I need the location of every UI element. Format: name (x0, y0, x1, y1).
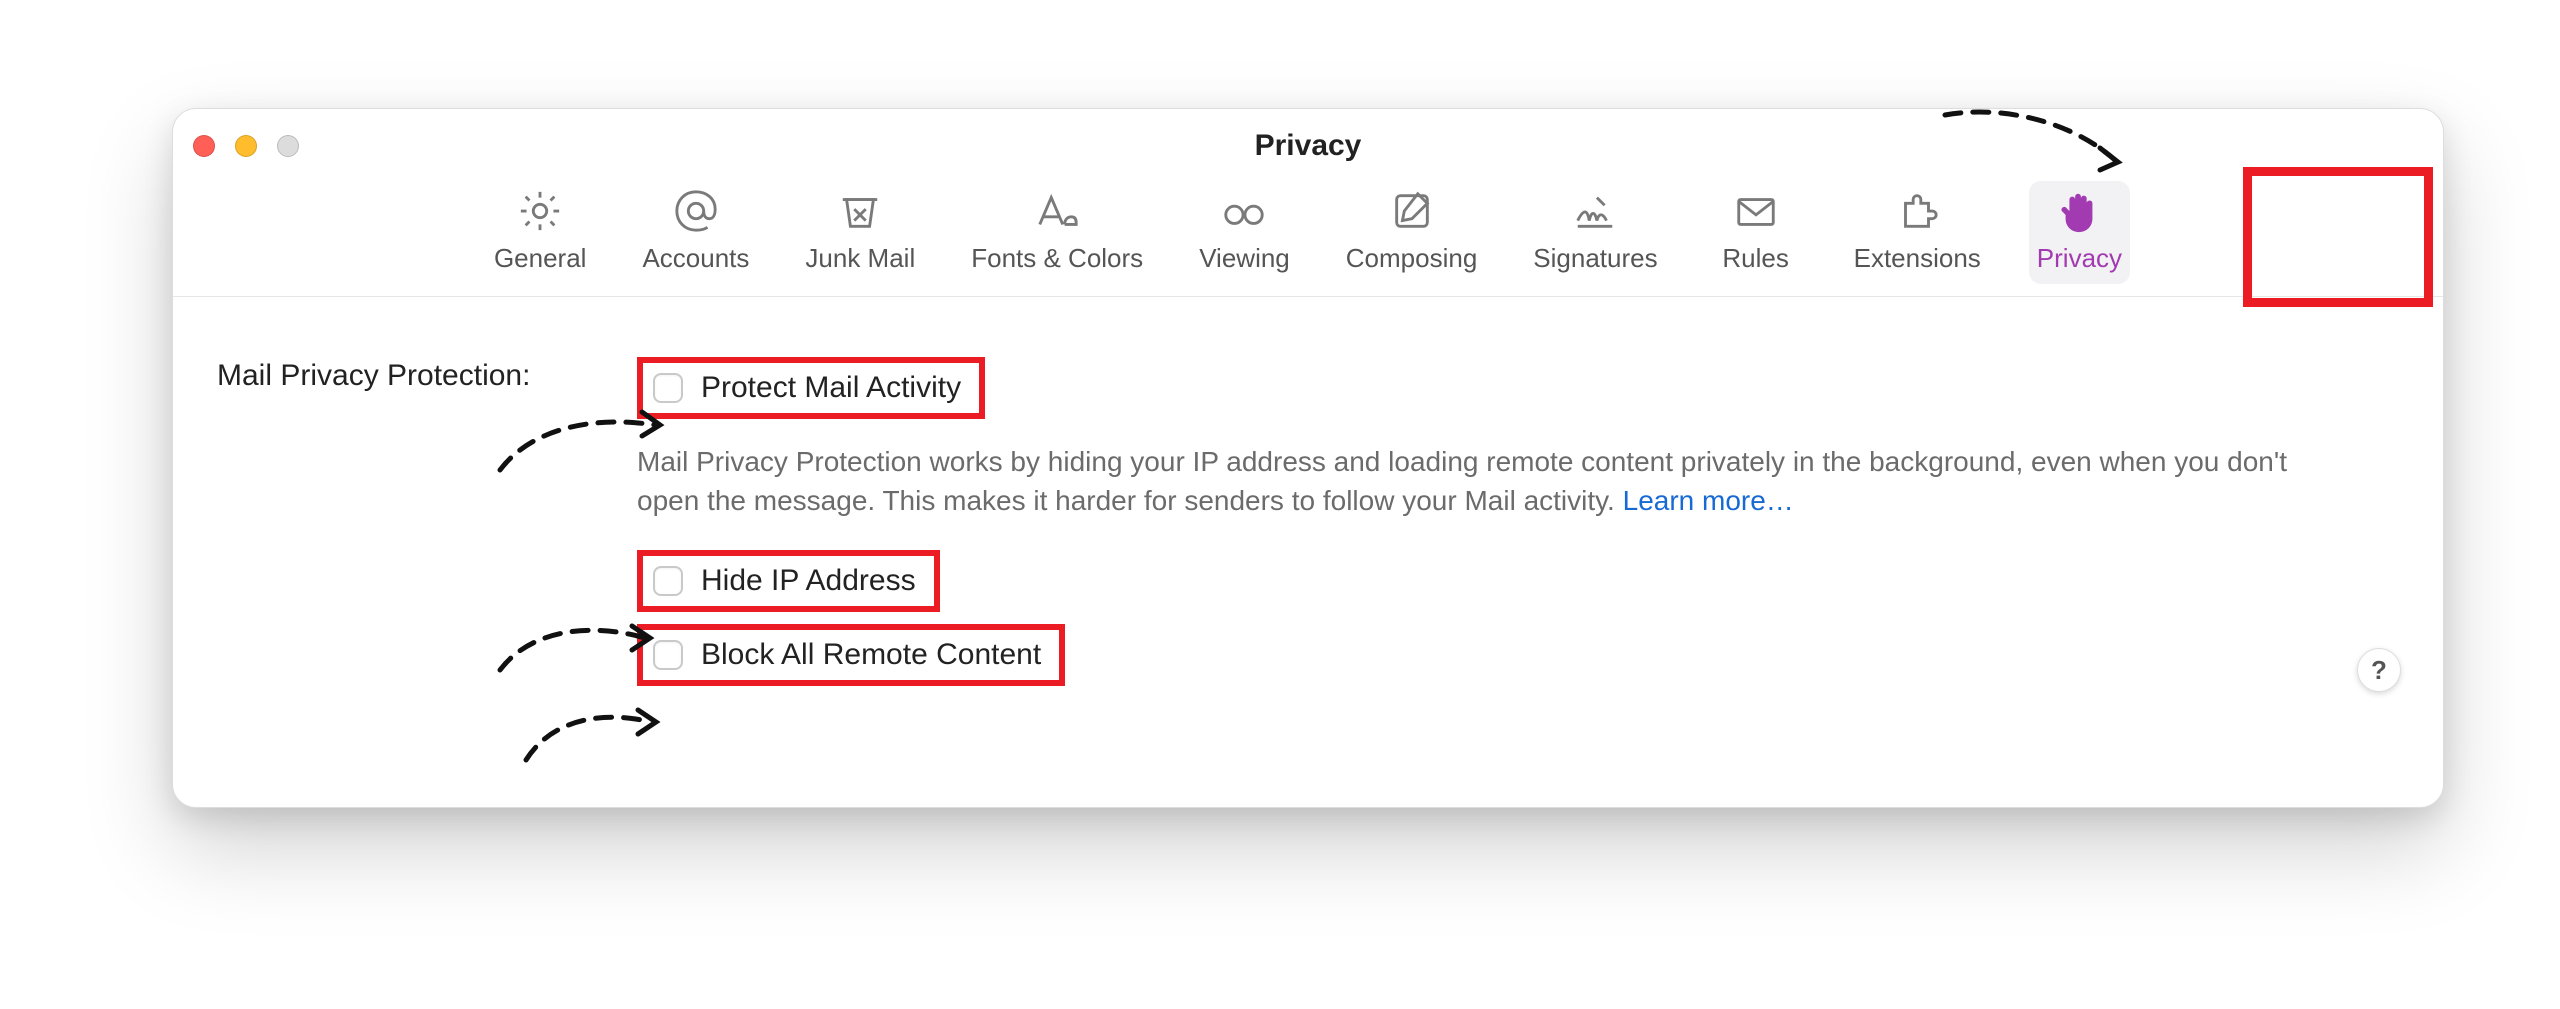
checkbox-block-remote[interactable] (653, 640, 683, 670)
at-icon (668, 187, 724, 235)
fonts-icon (1029, 187, 1085, 235)
tab-label: Rules (1722, 243, 1788, 274)
compose-icon (1384, 187, 1440, 235)
tab-rules[interactable]: Rules (1706, 181, 1806, 284)
tab-label: Accounts (642, 243, 749, 274)
prefs-toolbar: General Accounts Junk Mail (173, 173, 2443, 297)
tab-label: Fonts & Colors (971, 243, 1143, 274)
tab-privacy[interactable]: Privacy (2029, 181, 2130, 284)
tab-accounts[interactable]: Accounts (634, 181, 757, 284)
checkbox-hide-ip[interactable] (653, 566, 683, 596)
envelope-icon (1728, 187, 1784, 235)
annotation-highlight-protect: Protect Mail Activity (637, 357, 985, 419)
learn-more-link[interactable]: Learn more… (1623, 485, 1794, 516)
description-text: Mail Privacy Protection works by hiding … (637, 446, 2287, 516)
annotation-highlight-blockremote: Block All Remote Content (637, 624, 1065, 686)
tab-general[interactable]: General (486, 181, 595, 284)
section-label: Mail Privacy Protection: (217, 357, 637, 393)
glasses-icon (1216, 187, 1272, 235)
tab-label: Composing (1346, 243, 1478, 274)
preferences-window: Privacy General Accounts (172, 108, 2444, 808)
checkbox-label: Hide IP Address (701, 564, 916, 598)
tab-label: Viewing (1199, 243, 1290, 274)
tab-junk-mail[interactable]: Junk Mail (797, 181, 923, 284)
signature-icon (1567, 187, 1623, 235)
privacy-pane: Mail Privacy Protection: Protect Mail Ac… (173, 297, 2443, 728)
checkbox-protect-mail-activity[interactable] (653, 373, 683, 403)
tab-label: Privacy (2037, 243, 2122, 274)
gear-icon (512, 187, 568, 235)
tab-composing[interactable]: Composing (1338, 181, 1486, 284)
hand-icon (2051, 187, 2107, 235)
checkbox-label: Protect Mail Activity (701, 371, 961, 405)
window-title: Privacy (173, 129, 2443, 163)
tab-fonts-colors[interactable]: Fonts & Colors (963, 181, 1151, 284)
titlebar: Privacy (173, 109, 2443, 173)
puzzle-icon (1889, 187, 1945, 235)
tab-label: Junk Mail (805, 243, 915, 274)
trash-icon (832, 187, 888, 235)
tab-extensions[interactable]: Extensions (1846, 181, 1989, 284)
checkbox-label: Block All Remote Content (701, 638, 1041, 672)
tab-label: General (494, 243, 587, 274)
privacy-description: Mail Privacy Protection works by hiding … (637, 443, 2287, 520)
annotation-highlight-hideip: Hide IP Address (637, 550, 940, 612)
tab-label: Extensions (1854, 243, 1981, 274)
help-button[interactable]: ? (2357, 648, 2401, 692)
tab-viewing[interactable]: Viewing (1191, 181, 1298, 284)
tab-label: Signatures (1533, 243, 1657, 274)
tab-signatures[interactable]: Signatures (1525, 181, 1665, 284)
